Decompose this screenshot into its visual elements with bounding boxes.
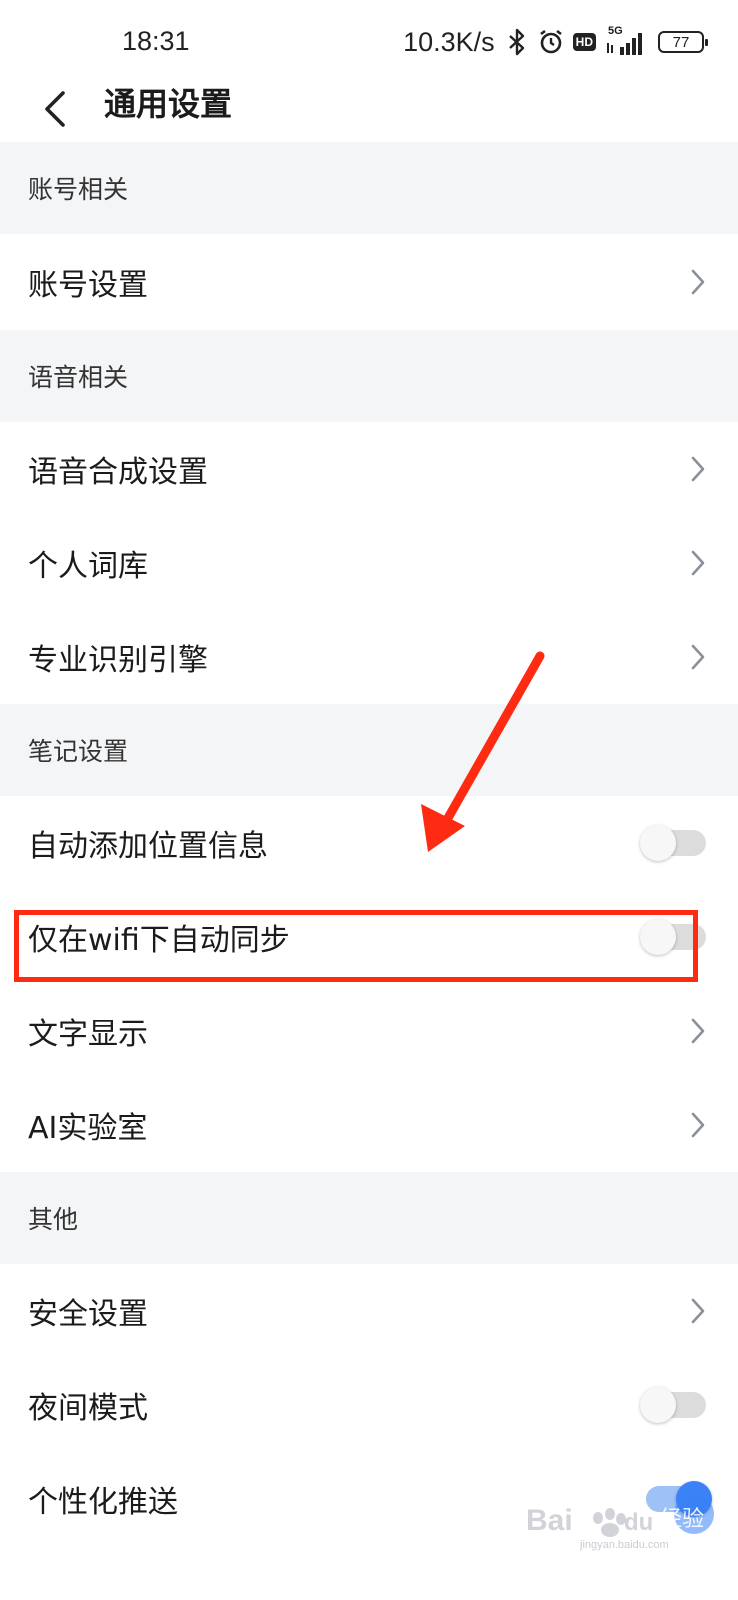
setting-label: 个人词库 [28, 549, 148, 584]
setting-label: AI实验室 [28, 1111, 148, 1146]
watermark-text-latin: Bai [526, 1504, 573, 1537]
hd-icon: HD [572, 33, 596, 51]
setting-speech-synthesis[interactable]: 语音合成设置 [0, 422, 738, 516]
setting-ai-lab[interactable]: AI实验室 [0, 1078, 738, 1172]
watermark-text-cn: 经验 [660, 1507, 704, 1532]
alarm-icon [537, 28, 565, 56]
toggle-switch[interactable] [640, 1387, 706, 1423]
status-icons: 10.3K/s HD 5G 77 [403, 24, 708, 60]
setting-personal-dictionary[interactable]: 个人词库 [0, 516, 738, 610]
page-title: 通用设置 [104, 85, 233, 123]
setting-auto-location: 自动添加位置信息 [0, 796, 738, 890]
highlight-box [14, 910, 698, 982]
toggle-switch[interactable] [640, 825, 706, 861]
chevron-right-icon [688, 1110, 708, 1140]
setting-security[interactable]: 安全设置 [0, 1264, 738, 1358]
setting-label: 夜间模式 [28, 1391, 148, 1426]
status-time: 18:31 [122, 26, 190, 56]
signal-icon: 5G [604, 25, 650, 57]
chevron-right-icon [688, 267, 708, 297]
section-header-other: 其他 [0, 1172, 738, 1264]
setting-account-settings[interactable]: 账号设置 [0, 234, 738, 330]
setting-label: 账号设置 [28, 268, 148, 303]
section-header-voice: 语音相关 [0, 330, 738, 422]
section-header-notes: 笔记设置 [0, 704, 738, 796]
watermark-url: jingyan.baidu.com [579, 1539, 669, 1551]
setting-label: 个性化推送 [28, 1485, 178, 1520]
nav-bar: 通用设置 [0, 84, 738, 142]
setting-night-mode: 夜间模式 [0, 1358, 738, 1452]
chevron-right-icon [688, 642, 708, 672]
setting-label: 自动添加位置信息 [28, 829, 268, 864]
status-bar: 18:31 10.3K/s HD 5G 77 [0, 0, 738, 84]
setting-label: 语音合成设置 [28, 455, 208, 490]
back-button[interactable] [30, 84, 80, 134]
setting-text-display[interactable]: 文字显示 [0, 984, 738, 1078]
toggle-knob [640, 1387, 676, 1423]
chevron-right-icon [688, 1296, 708, 1326]
baidu-watermark: Bai du 经验 jingyan.baidu.com [520, 1492, 730, 1552]
battery-level: 77 [672, 33, 690, 51]
chevron-right-icon [688, 548, 708, 578]
chevron-left-icon [45, 91, 65, 127]
setting-label: 文字显示 [28, 1017, 148, 1052]
bluetooth-icon [505, 28, 529, 56]
chevron-right-icon [688, 1016, 708, 1046]
network-speed: 10.3K/s [403, 26, 495, 57]
setting-label: 专业识别引擎 [28, 643, 208, 678]
settings-list: 账号相关 账号设置 语音相关 语音合成设置 个人词库 专业识别引擎 笔记设置 自… [0, 142, 738, 1546]
chevron-right-icon [688, 454, 708, 484]
setting-label: 安全设置 [28, 1297, 148, 1332]
toggle-knob [640, 825, 676, 861]
paw-icon [593, 1508, 626, 1537]
battery-icon: 77 [658, 31, 708, 53]
watermark-text-latin-2: du [624, 1509, 653, 1536]
setting-recognition-engine[interactable]: 专业识别引擎 [0, 610, 738, 704]
section-header-account: 账号相关 [0, 142, 738, 234]
